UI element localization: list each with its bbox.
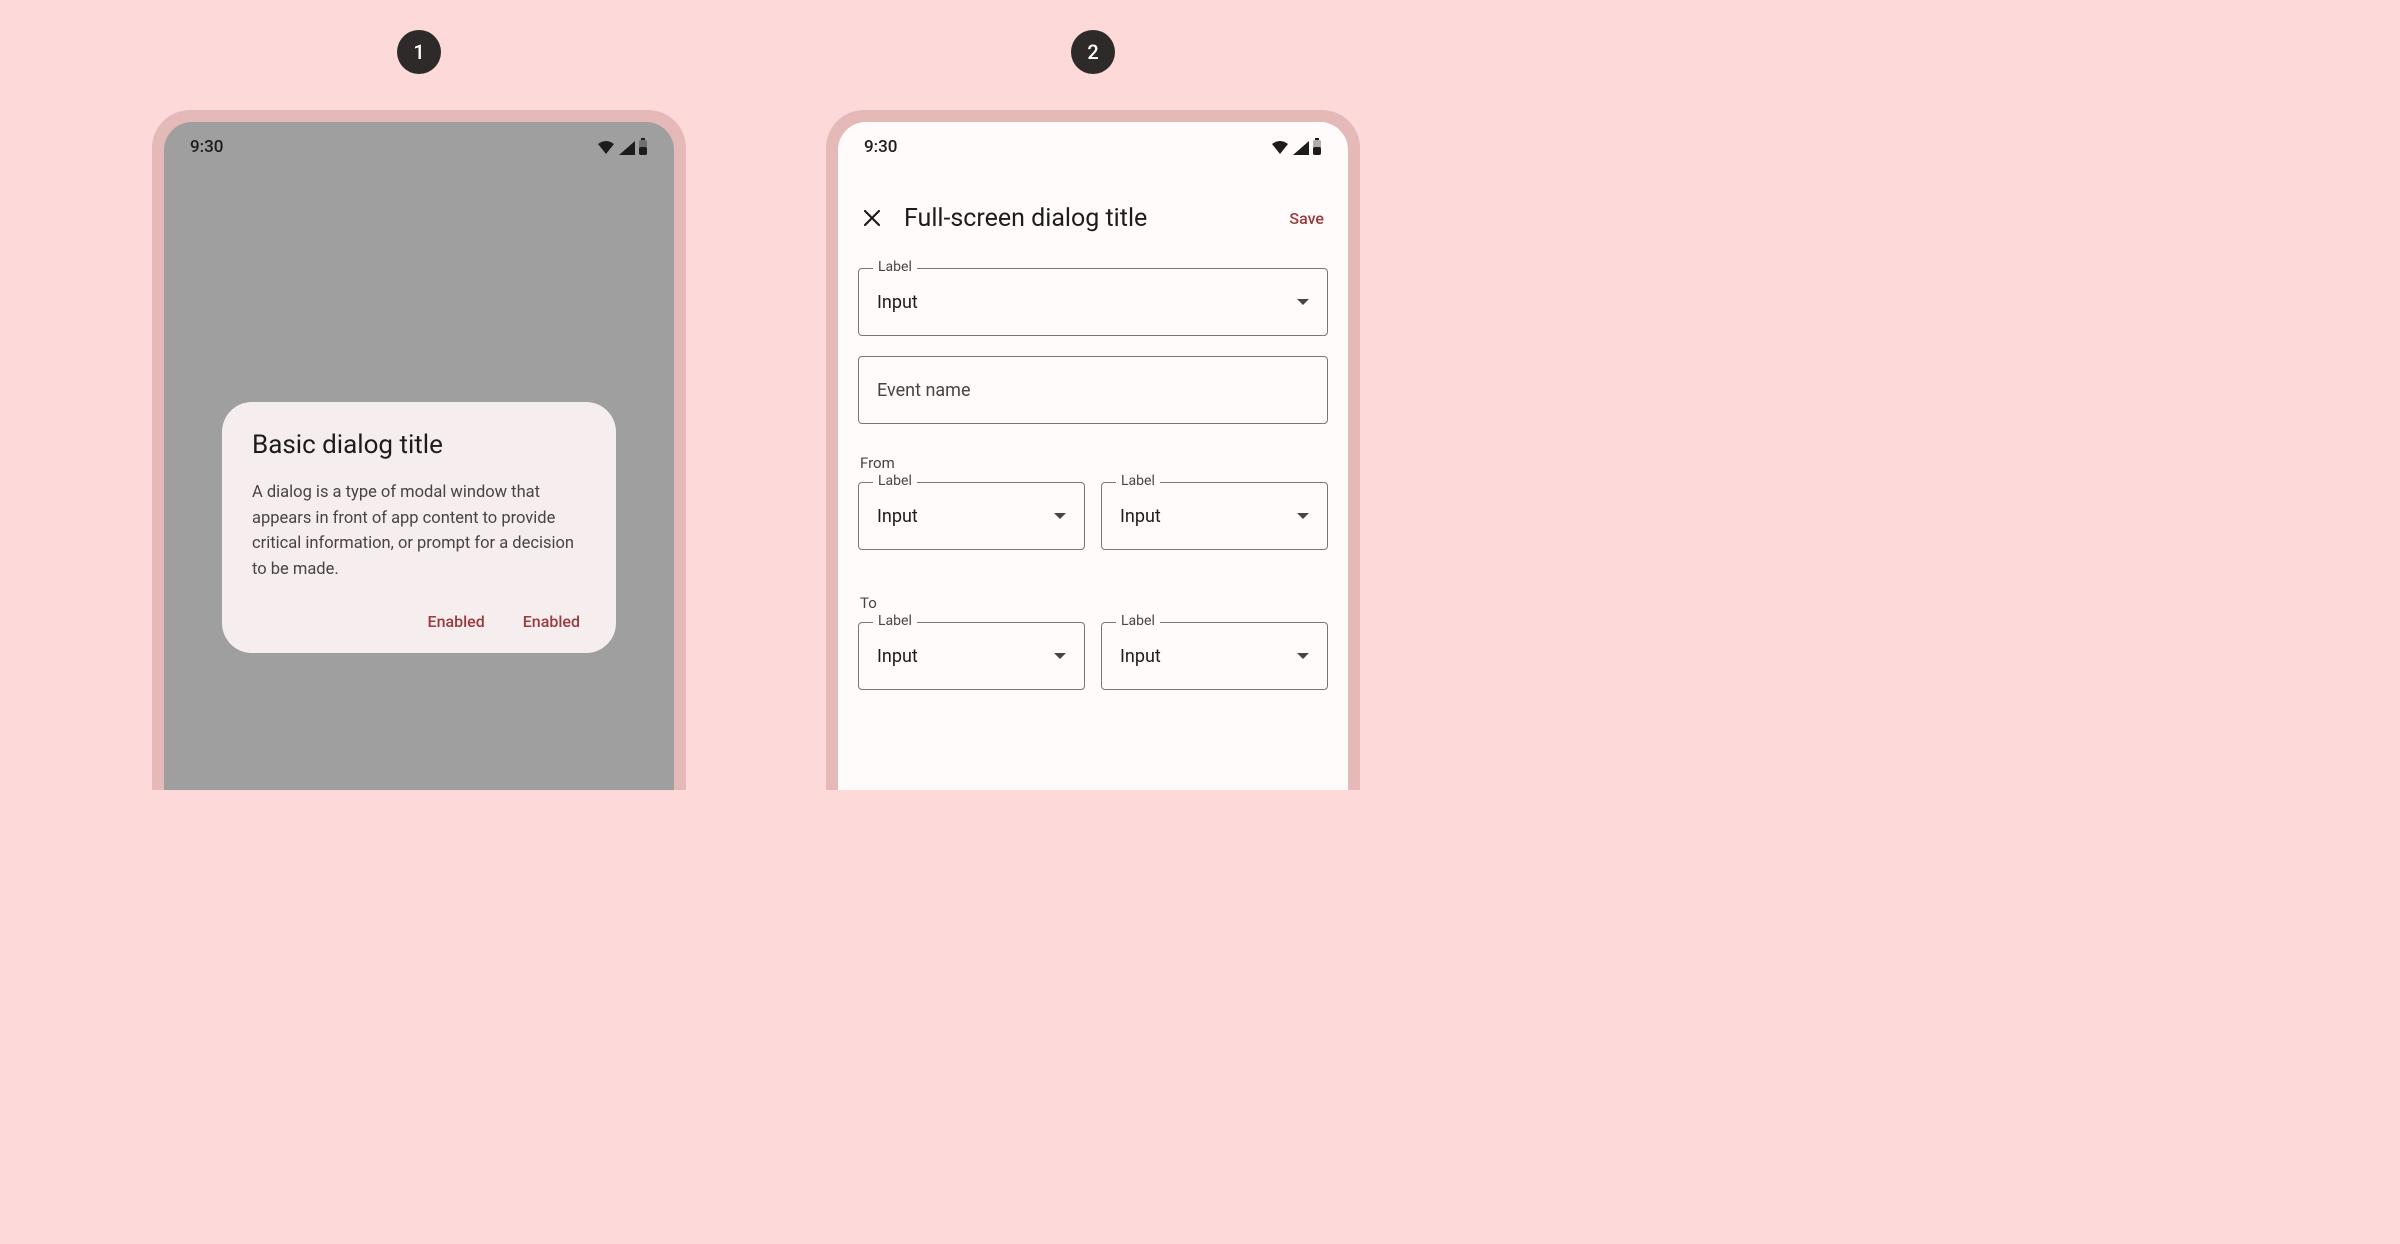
dialog-body: A dialog is a type of modal window that … (252, 480, 586, 582)
chevron-down-icon (1297, 653, 1309, 659)
status-time: 9:30 (864, 137, 897, 157)
phone-frame-1: 9:30 Basic dialog title A dialog is a ty… (152, 110, 686, 790)
example-badge-2: 2 (1071, 30, 1115, 74)
field-value: Input (877, 506, 1054, 527)
fullscreen-header: Full-screen dialog title Save (838, 186, 1348, 250)
cell-icon (618, 140, 636, 156)
to-dropdown-a[interactable]: Label Input (858, 622, 1085, 690)
dialog-title: Basic dialog title (252, 430, 586, 460)
field-label: Label (873, 473, 917, 489)
field-label: Label (873, 259, 917, 275)
screen-2: 9:30 Full-screen dialog title Save (838, 122, 1348, 790)
field-value: Input (877, 292, 1297, 313)
wifi-icon (596, 140, 616, 156)
to-dropdown-b[interactable]: Label Input (1101, 622, 1328, 690)
status-icons (596, 138, 648, 156)
example-badge-1: 1 (397, 30, 441, 74)
field-placeholder: Event name (877, 380, 971, 401)
status-bar: 9:30 (164, 122, 674, 172)
status-icons (1270, 138, 1322, 156)
close-icon[interactable] (858, 204, 886, 232)
battery-icon (1312, 138, 1322, 156)
from-dropdown-a[interactable]: Label Input (858, 482, 1085, 550)
chevron-down-icon (1297, 299, 1309, 305)
label-dropdown-1[interactable]: Label Input (858, 268, 1328, 336)
to-heading: To (860, 594, 1328, 612)
battery-icon (638, 138, 648, 156)
fullscreen-form: Label Input Event name From Label Input (838, 250, 1348, 704)
screen-1: 9:30 Basic dialog title A dialog is a ty… (164, 122, 674, 790)
from-heading: From (860, 454, 1328, 472)
dialog-action-1[interactable]: Enabled (428, 612, 485, 631)
dialog-actions: Enabled Enabled (252, 612, 586, 631)
wifi-icon (1270, 140, 1290, 156)
field-label: Label (1116, 473, 1160, 489)
status-time: 9:30 (190, 137, 223, 157)
field-label: Label (1116, 613, 1160, 629)
save-button[interactable]: Save (1289, 209, 1324, 228)
event-name-input[interactable]: Event name (858, 356, 1328, 424)
chevron-down-icon (1054, 513, 1066, 519)
dialog-action-2[interactable]: Enabled (523, 612, 580, 631)
field-value: Input (877, 646, 1054, 667)
chevron-down-icon (1297, 513, 1309, 519)
field-value: Input (1120, 646, 1297, 667)
phone-frame-2: 9:30 Full-screen dialog title Save (826, 110, 1360, 790)
fullscreen-title: Full-screen dialog title (904, 204, 1289, 233)
basic-dialog: Basic dialog title A dialog is a type of… (222, 402, 616, 653)
status-bar: 9:30 (838, 122, 1348, 172)
chevron-down-icon (1054, 653, 1066, 659)
cell-icon (1292, 140, 1310, 156)
from-dropdown-b[interactable]: Label Input (1101, 482, 1328, 550)
field-label: Label (873, 613, 917, 629)
field-value: Input (1120, 506, 1297, 527)
